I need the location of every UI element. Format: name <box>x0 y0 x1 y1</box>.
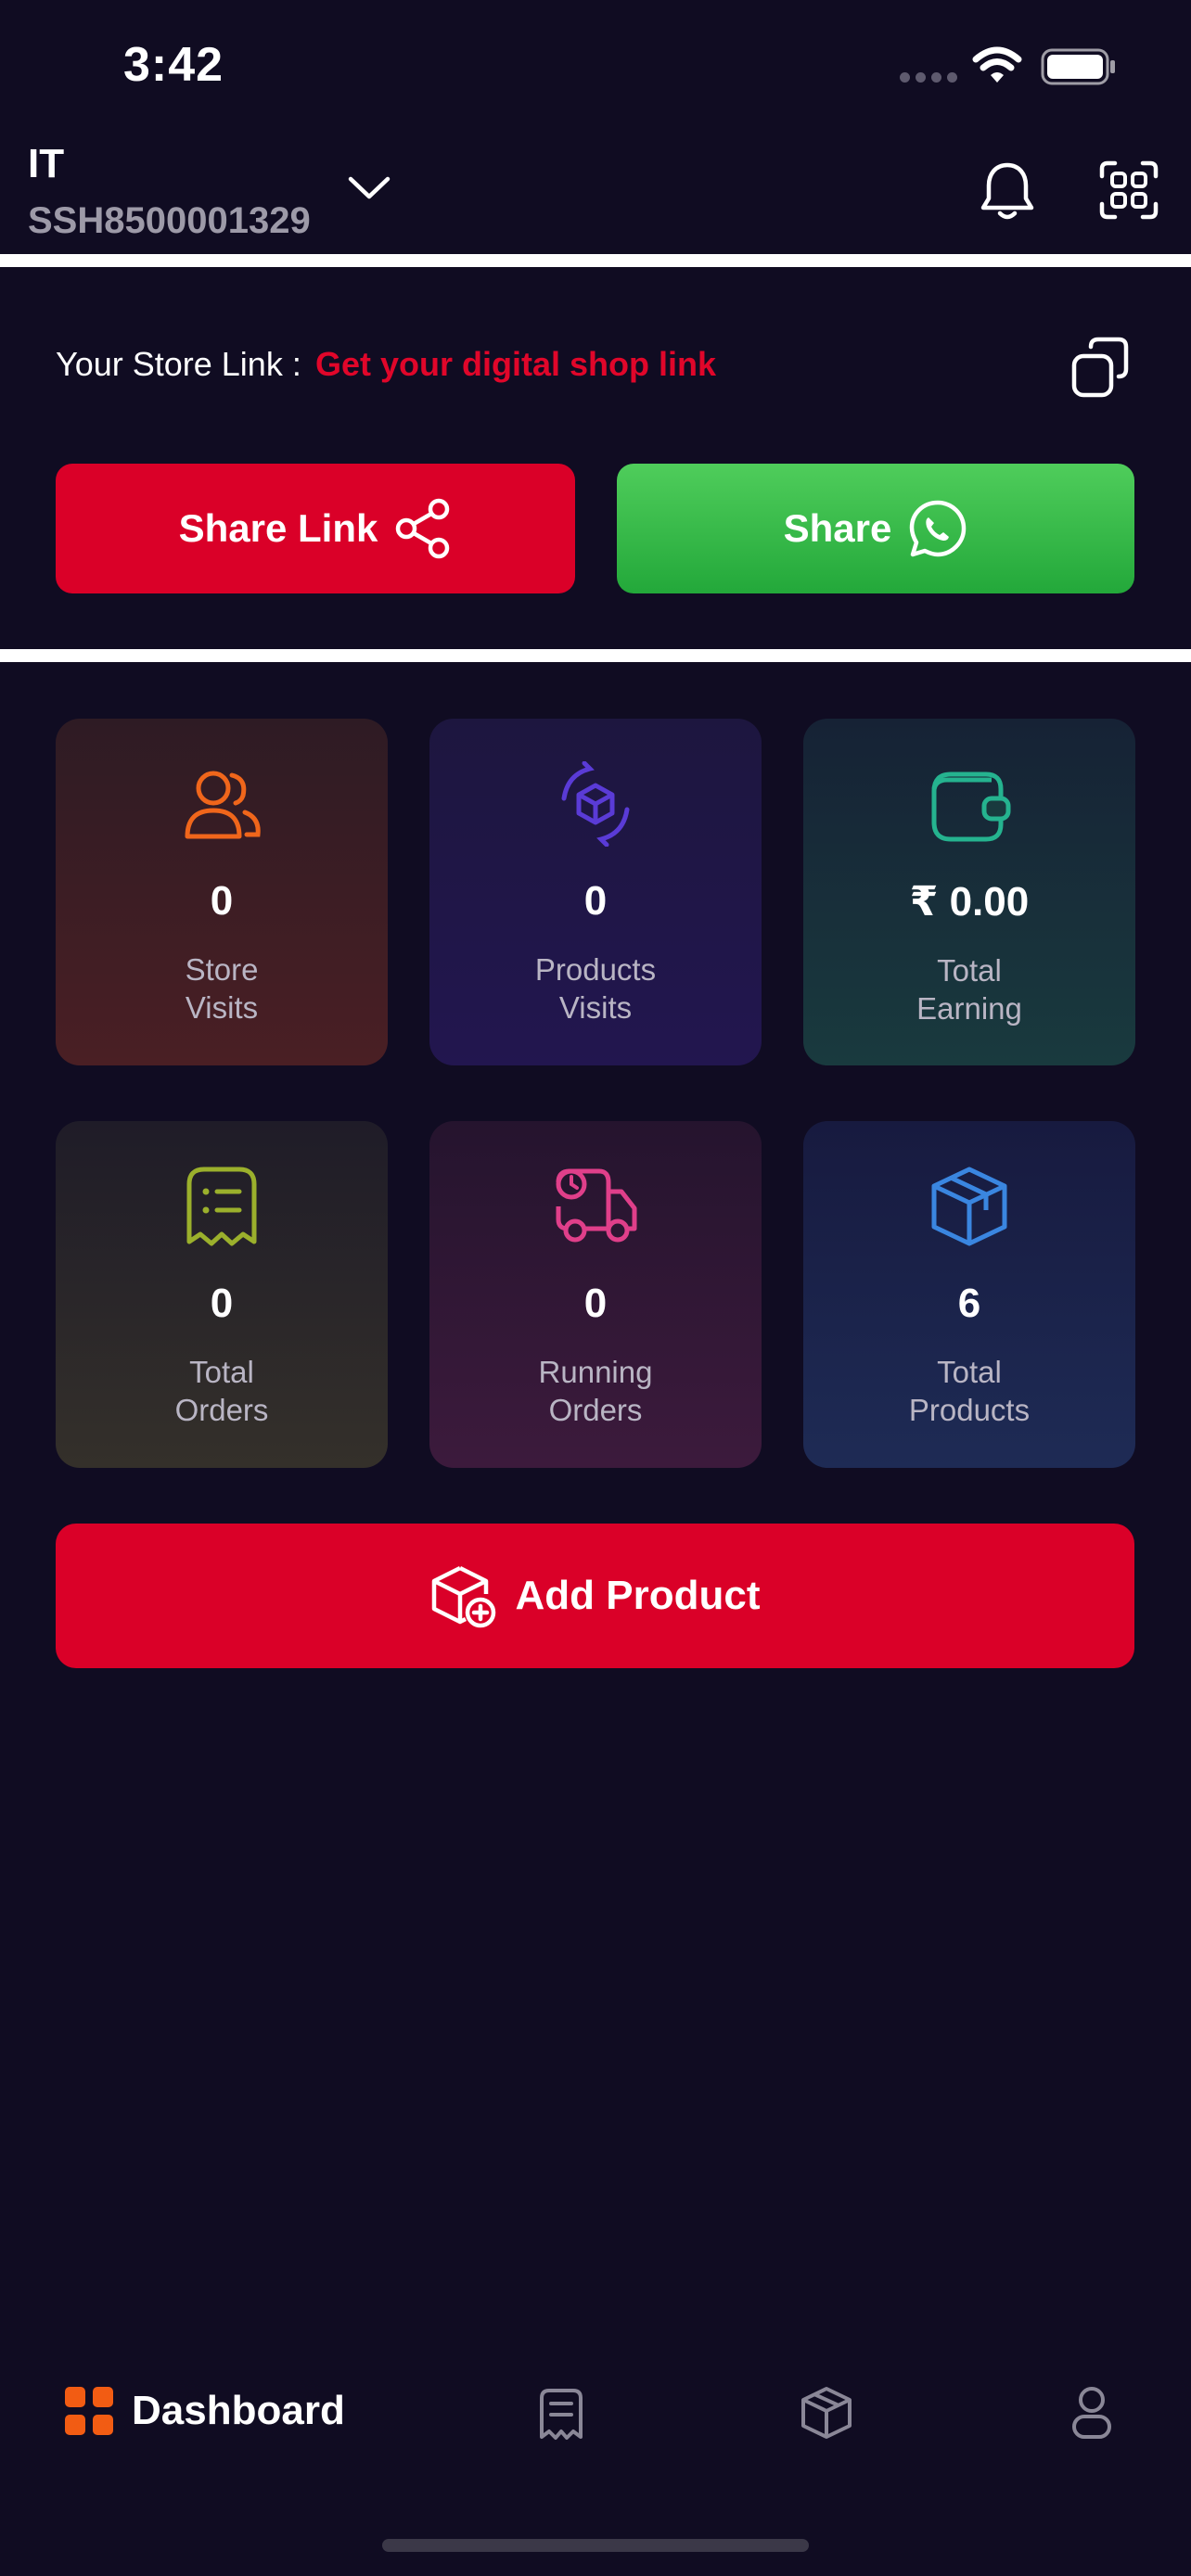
stat-caption: Store Visits <box>185 952 259 1025</box>
whatsapp-share-label: Share <box>783 506 892 550</box>
section-divider <box>0 649 1191 662</box>
whatsapp-share-button[interactable]: Share <box>617 464 1134 593</box>
stat-value: 0 <box>583 878 608 924</box>
products-icon[interactable] <box>800 2385 853 2441</box>
box-refresh-icon <box>553 758 638 850</box>
stat-card-store-visits[interactable]: 0 Store Visits <box>56 719 388 1065</box>
stat-value: 6 <box>957 1281 981 1326</box>
battery-icon <box>1041 48 1115 85</box>
stat-value: 0 <box>210 878 234 924</box>
stat-caption: Total Earning <box>916 953 1022 1026</box>
users-icon <box>180 758 263 850</box>
header-divider <box>0 254 1191 267</box>
box-icon <box>927 1160 1012 1253</box>
stat-card-total-orders[interactable]: 0 Total Orders <box>56 1121 388 1468</box>
qr-scan-icon[interactable] <box>1098 159 1159 221</box>
store-link[interactable]: Get your digital shop link <box>315 345 716 384</box>
delivery-truck-icon <box>551 1160 640 1253</box>
whatsapp-icon <box>910 500 967 557</box>
wifi-icon <box>972 46 1022 83</box>
nav-dashboard-label: Dashboard <box>132 2388 345 2433</box>
cellular-signal-icon <box>900 72 957 83</box>
store-id: SSH8500001329 <box>28 200 311 241</box>
receipt-icon <box>182 1160 262 1253</box>
chevron-down-icon[interactable] <box>347 174 391 202</box>
status-time: 3:42 <box>123 38 224 92</box>
stat-caption: Running Orders <box>538 1355 653 1427</box>
store-name: IT <box>28 141 65 186</box>
store-link-label: Your Store Link : <box>56 345 301 383</box>
add-product-button[interactable]: Add Product <box>56 1524 1134 1668</box>
stat-value: 0 <box>210 1281 234 1326</box>
share-link-label: Share Link <box>178 506 378 550</box>
dashboard-icon <box>65 2387 113 2435</box>
stat-card-total-earning[interactable]: ₹ 0.00 Total Earning <box>803 719 1135 1065</box>
stat-card-running-orders[interactable]: 0 Running Orders <box>429 1121 762 1468</box>
stat-caption: Total Orders <box>174 1355 269 1427</box>
stat-value: 0 <box>583 1281 608 1326</box>
stat-caption: Products Visits <box>534 952 657 1025</box>
share-link-button[interactable]: Share Link <box>56 464 575 593</box>
stat-card-products-visits[interactable]: 0 Products Visits <box>429 719 762 1065</box>
nav-dashboard[interactable]: Dashboard <box>65 2387 345 2435</box>
stat-card-total-products[interactable]: 6 Total Products <box>803 1121 1135 1468</box>
home-indicator <box>382 2539 809 2552</box>
orders-icon[interactable] <box>538 2387 584 2441</box>
stat-caption: Total Products <box>908 1355 1031 1427</box>
stat-value: ₹ 0.00 <box>909 879 1030 925</box>
wallet-icon <box>927 758 1012 850</box>
share-icon <box>396 498 450 559</box>
profile-icon[interactable] <box>1070 2385 1113 2441</box>
bell-icon[interactable] <box>974 158 1041 224</box>
add-box-icon <box>431 1565 495 1628</box>
add-product-label: Add Product <box>515 1573 761 1618</box>
copy-icon[interactable] <box>1067 334 1133 401</box>
